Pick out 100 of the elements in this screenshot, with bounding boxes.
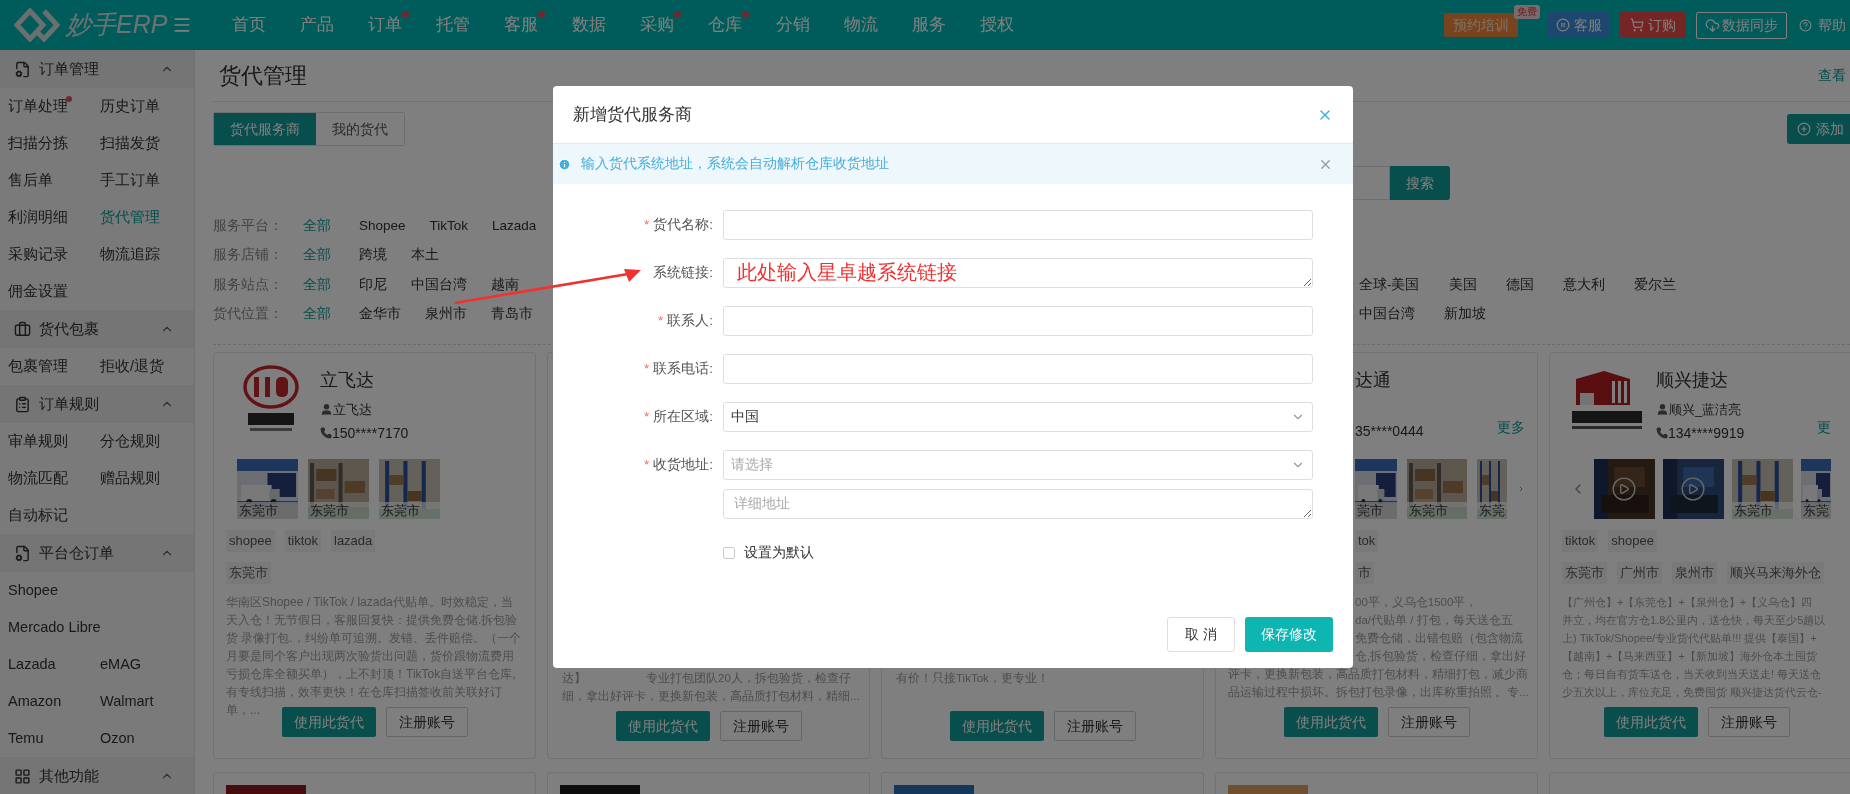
- sidebar-item[interactable]: Walmart: [100, 690, 154, 713]
- select-field[interactable]: 中国: [723, 402, 1313, 432]
- photo-caption: 莞市: [1355, 502, 1397, 519]
- photo-caption: 东莞: [1477, 502, 1507, 519]
- play-icon[interactable]: [1611, 476, 1637, 502]
- text-field[interactable]: [723, 306, 1313, 336]
- sidebar-item[interactable]: 拒收/退货: [100, 355, 165, 378]
- cancel-button[interactable]: 取 消: [1167, 617, 1235, 652]
- sidebar-item[interactable]: 售后单: [8, 169, 100, 192]
- annotation-text: 此处输入星卓越系统链接: [737, 260, 957, 285]
- filter-option[interactable]: 中国台湾: [1359, 304, 1415, 325]
- sidebar-item[interactable]: 物流匹配: [8, 467, 100, 490]
- filter-option[interactable]: 本土: [411, 245, 439, 266]
- sidebar-item[interactable]: 分仓规则: [100, 430, 160, 453]
- sidebar-item[interactable]: 物流追踪: [100, 243, 160, 266]
- filter-option[interactable]: 意大利: [1562, 274, 1605, 295]
- order-button[interactable]: 订购: [1620, 12, 1686, 38]
- more-link[interactable]: 更多: [1497, 417, 1525, 449]
- register-button[interactable]: 注册账号: [719, 711, 802, 741]
- more-link[interactable]: 更: [1817, 417, 1831, 449]
- filter-option[interactable]: 德国: [1505, 274, 1534, 295]
- filter-option[interactable]: 全部: [303, 274, 359, 295]
- filter-option[interactable]: 印尼: [359, 274, 387, 295]
- service-button[interactable]: 客服: [1548, 12, 1610, 38]
- sidebar-item[interactable]: 包裹管理: [8, 355, 100, 378]
- register-button[interactable]: 注册账号: [1053, 711, 1136, 741]
- sidebar-item[interactable]: eMAG: [100, 653, 142, 676]
- filter-option[interactable]: 金华市: [359, 304, 401, 325]
- photo-caption: 东莞市: [1407, 502, 1467, 519]
- contact-name: 立飞达: [333, 401, 372, 419]
- sidebar-group-header[interactable]: 订单规则: [0, 385, 194, 423]
- use-forwarder-button[interactable]: 使用此货代: [949, 711, 1044, 741]
- filter-option[interactable]: Shopee: [359, 215, 406, 236]
- sidebar-item[interactable]: 利润明细: [8, 206, 100, 229]
- sidebar-group-header[interactable]: 其他功能: [0, 757, 194, 794]
- phone-icon: [320, 427, 332, 439]
- save-button[interactable]: 保存修改: [1245, 617, 1333, 652]
- text-area[interactable]: 详细地址: [723, 489, 1313, 519]
- search-button[interactable]: 搜索: [1390, 166, 1450, 200]
- sidebar-group-header[interactable]: 平台仓订单: [0, 534, 194, 572]
- filter-option[interactable]: 青岛市: [491, 304, 533, 325]
- sidebar-item[interactable]: 手工订单: [100, 169, 160, 192]
- sidebar-item[interactable]: 赠品规则: [100, 467, 160, 490]
- sidebar-item[interactable]: Amazon: [8, 690, 100, 713]
- view-link[interactable]: 查看: [1818, 65, 1846, 86]
- filter-option[interactable]: 全球-美国: [1359, 274, 1420, 295]
- sidebar-item[interactable]: 扫描发货: [100, 132, 160, 155]
- sidebar-item[interactable]: Shopee: [8, 579, 100, 602]
- filter-option[interactable]: 中国台湾: [411, 274, 467, 295]
- photo-caption: 东莞市: [237, 502, 298, 519]
- sidebar-item[interactable]: Temu: [8, 727, 100, 750]
- filter-option[interactable]: 泉州市: [425, 304, 467, 325]
- text-field[interactable]: [723, 354, 1313, 384]
- sidebar-item[interactable]: 扫描分拣: [8, 132, 100, 155]
- filter-option[interactable]: 新加坡: [1444, 304, 1486, 325]
- sidebar-group-header[interactable]: 订单管理: [0, 50, 194, 88]
- filter-option[interactable]: TikTok: [429, 215, 469, 236]
- menu-icon[interactable]: [172, 15, 192, 35]
- use-forwarder-button[interactable]: 使用此货代: [281, 707, 376, 737]
- sidebar-item[interactable]: 采购记录: [8, 243, 100, 266]
- filter-option[interactable]: 美国: [1448, 274, 1477, 295]
- filter-option[interactable]: 全部: [303, 304, 359, 325]
- page-title: 货代管理: [219, 62, 307, 90]
- sidebar-item[interactable]: 货代管理: [100, 206, 160, 229]
- sidebar-item[interactable]: 佣金设置: [8, 280, 100, 303]
- sidebar-item[interactable]: Ozon: [100, 727, 135, 750]
- filter-option[interactable]: 爱尔兰: [1633, 274, 1676, 295]
- sidebar-item[interactable]: 订单处理: [8, 95, 100, 118]
- tab[interactable]: 货代服务商: [214, 113, 316, 145]
- register-button[interactable]: 注册账号: [385, 707, 468, 737]
- register-button[interactable]: 注册账号: [1707, 707, 1790, 737]
- group-icon: [14, 320, 31, 338]
- cart-icon: [1630, 18, 1644, 32]
- filter-option[interactable]: 跨境: [359, 245, 387, 266]
- filter-label: 服务站点：: [213, 275, 284, 294]
- use-forwarder-button[interactable]: 使用此货代: [615, 711, 710, 741]
- filter-option[interactable]: Lazada: [492, 215, 537, 236]
- filter-option[interactable]: 全部: [303, 215, 359, 236]
- sidebar-item[interactable]: Mercado Libre: [8, 616, 100, 639]
- photo-caption: 东莞市: [308, 502, 369, 519]
- free-badge: 免费: [1514, 4, 1540, 19]
- text-area[interactable]: [723, 258, 1313, 288]
- filter-option[interactable]: 全部: [303, 245, 359, 266]
- filter-option[interactable]: 越南: [491, 274, 519, 295]
- sidebar-item[interactable]: 历史订单: [100, 95, 160, 118]
- text-field[interactable]: [723, 210, 1313, 240]
- use-forwarder-button[interactable]: 使用此货代: [1603, 707, 1698, 737]
- help-link[interactable]: 帮助: [1799, 14, 1846, 36]
- sidebar-item[interactable]: Lazada: [8, 653, 100, 676]
- register-button[interactable]: 注册账号: [1387, 707, 1470, 737]
- use-forwarder-button[interactable]: 使用此货代: [1283, 707, 1378, 737]
- field-label: 收货地址:: [653, 455, 713, 474]
- sidebar-item[interactable]: 审单规则: [8, 430, 100, 453]
- add-button[interactable]: 添加: [1787, 114, 1850, 144]
- sidebar-group-header[interactable]: 货代包裹: [0, 310, 194, 348]
- play-icon[interactable]: [1680, 476, 1706, 502]
- sidebar-item[interactable]: 自动标记: [8, 504, 100, 527]
- checkbox[interactable]: [723, 547, 735, 560]
- select-field[interactable]: 请选择: [723, 450, 1313, 480]
- group-title: 订单规则: [39, 393, 99, 414]
